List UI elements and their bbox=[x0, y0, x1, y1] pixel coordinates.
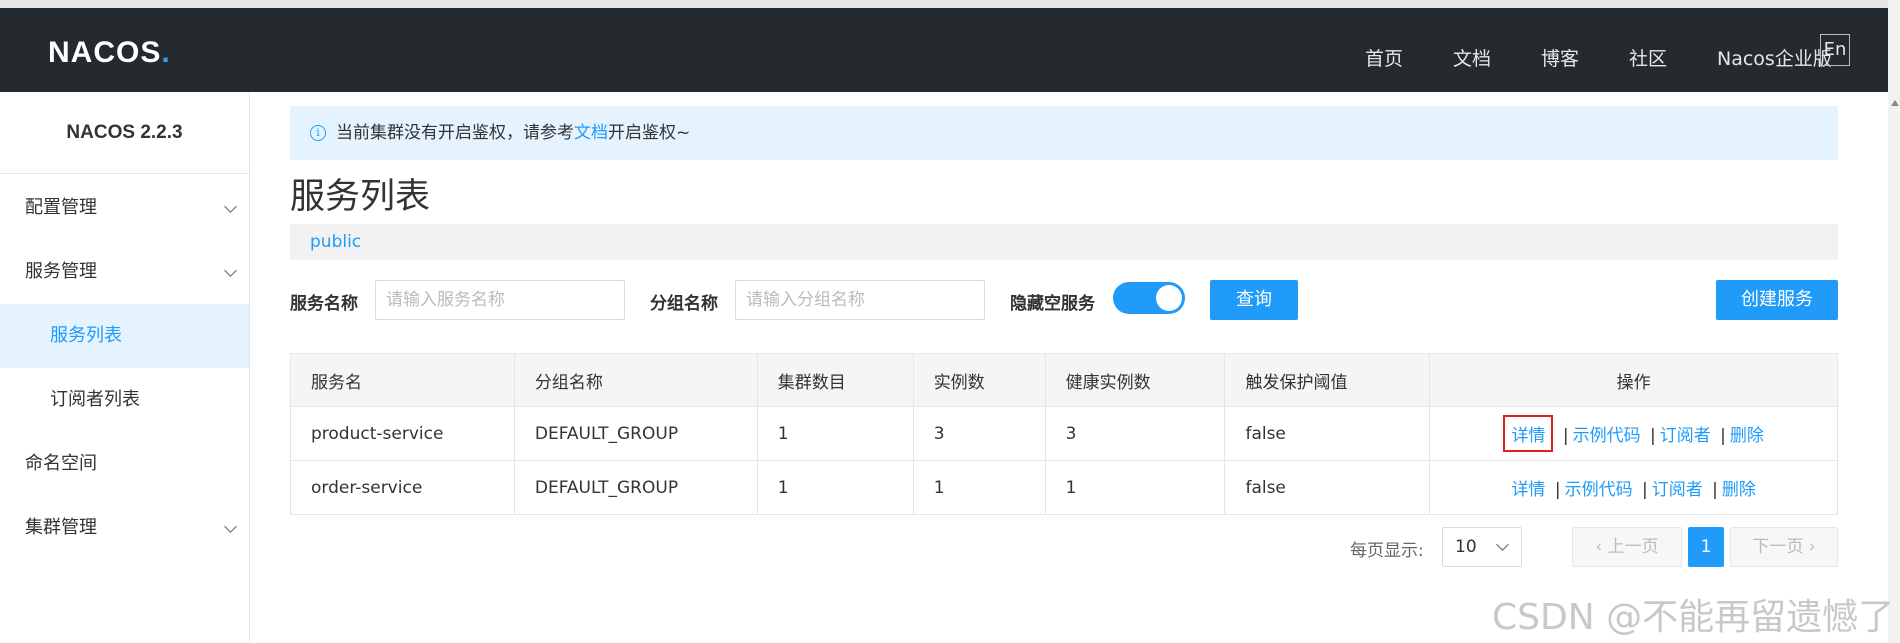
details-highlight-box: 详情 bbox=[1503, 415, 1554, 452]
notice-text-suffix: 开启鉴权~ bbox=[608, 123, 691, 143]
prev-page-button[interactable]: ‹ 上一页 bbox=[1572, 527, 1682, 567]
sidebar: NACOS 2.2.3 配置管理 服务管理 服务列表 订阅者列表 命名空间 集群… bbox=[0, 92, 250, 643]
vertical-scrollbar[interactable] bbox=[1888, 0, 1900, 643]
sample-code-link[interactable]: 示例代码 bbox=[1565, 480, 1633, 500]
delete-link[interactable]: 删除 bbox=[1730, 426, 1764, 446]
action-separator: | bbox=[1641, 480, 1648, 500]
cell-protect-threshold: false bbox=[1224, 460, 1431, 515]
action-separator: | bbox=[1562, 426, 1569, 446]
action-separator: | bbox=[1720, 426, 1726, 446]
cell-protect-threshold: false bbox=[1224, 406, 1431, 461]
service-name-input[interactable] bbox=[375, 280, 625, 320]
namespace-bar: public bbox=[290, 224, 1838, 260]
column-header-cluster-count: 集群数目 bbox=[756, 353, 914, 407]
toggle-knob bbox=[1156, 285, 1182, 311]
action-separator: | bbox=[1649, 426, 1656, 446]
scroll-up-arrow-icon[interactable] bbox=[1891, 100, 1899, 106]
table-header-row: 服务名 分组名称 集群数目 实例数 健康实例数 触发保护阈值 操作 bbox=[290, 353, 1838, 407]
sidebar-item-label: 服务管理 bbox=[25, 261, 97, 282]
group-name-input[interactable] bbox=[735, 280, 985, 320]
cell-actions: 详情 | 示例代码 | 订阅者 | 删除 bbox=[1429, 460, 1838, 515]
chevron-down-icon bbox=[1496, 538, 1509, 551]
page-title: 服务列表 bbox=[290, 177, 431, 217]
notice-text: 当前集群没有开启鉴权，请参考 bbox=[336, 123, 574, 143]
sidebar-item-config-management[interactable]: 配置管理 bbox=[0, 176, 249, 240]
cell-service-name: order-service bbox=[290, 460, 515, 515]
delete-link[interactable]: 删除 bbox=[1722, 480, 1756, 500]
nav-blog[interactable]: 博客 bbox=[1541, 44, 1579, 71]
chevron-down-icon bbox=[224, 200, 237, 213]
csdn-watermark: CSDN @不能再留遗憾了 bbox=[1492, 597, 1895, 638]
service-table: 服务名 分组名称 集群数目 实例数 健康实例数 触发保护阈值 操作 produc… bbox=[290, 353, 1838, 515]
chevron-right-icon: › bbox=[1803, 537, 1816, 557]
sidebar-item-label: 配置管理 bbox=[25, 197, 97, 218]
sidebar-item-service-list[interactable]: 服务列表 bbox=[0, 304, 249, 368]
column-header-actions: 操作 bbox=[1429, 353, 1838, 407]
nav-home[interactable]: 首页 bbox=[1365, 44, 1403, 71]
page-size-label: 每页显示: bbox=[1350, 541, 1424, 561]
sidebar-item-label: 命名空间 bbox=[25, 453, 97, 474]
subscribers-link[interactable]: 订阅者 bbox=[1660, 426, 1711, 446]
chevron-down-icon bbox=[224, 264, 237, 277]
column-header-healthy-instance-count: 健康实例数 bbox=[1044, 353, 1226, 407]
nav-docs[interactable]: 文档 bbox=[1453, 44, 1491, 71]
create-service-button[interactable]: 创建服务 bbox=[1716, 280, 1838, 320]
cell-actions: 详情 | 示例代码 | 订阅者 | 删除 bbox=[1429, 406, 1838, 461]
details-link[interactable]: 详情 bbox=[1511, 426, 1545, 446]
namespace-tab-public[interactable]: public bbox=[310, 232, 361, 252]
sample-code-link[interactable]: 示例代码 bbox=[1573, 426, 1641, 446]
version-label: NACOS 2.2.3 bbox=[0, 92, 249, 174]
info-icon: i bbox=[310, 125, 326, 141]
cell-instance-count: 1 bbox=[912, 460, 1046, 515]
sidebar-item-cluster-management[interactable]: 集群管理 bbox=[0, 496, 249, 560]
cell-group-name: DEFAULT_GROUP bbox=[513, 460, 758, 515]
column-header-service-name: 服务名 bbox=[290, 353, 515, 407]
language-toggle-button[interactable]: En bbox=[1820, 34, 1850, 66]
hide-empty-services-label: 隐藏空服务 bbox=[1010, 294, 1095, 314]
page-size-select[interactable]: 10 bbox=[1442, 527, 1522, 567]
hide-empty-services-toggle[interactable] bbox=[1113, 282, 1185, 314]
column-header-protect-threshold: 触发保护阈值 bbox=[1224, 353, 1431, 407]
cell-healthy-instance-count: 1 bbox=[1044, 460, 1226, 515]
sidebar-item-label: 订阅者列表 bbox=[50, 389, 140, 410]
sidebar-item-label: 服务列表 bbox=[50, 325, 122, 346]
top-navbar: NACOS. 首页 文档 博客 社区 Nacos企业版 En bbox=[0, 8, 1888, 92]
service-name-label: 服务名称 bbox=[290, 294, 358, 314]
next-page-label: 下一页 bbox=[1752, 537, 1804, 557]
sidebar-item-service-management[interactable]: 服务管理 bbox=[0, 240, 249, 304]
page-number-current[interactable]: 1 bbox=[1688, 527, 1724, 567]
subscribers-link[interactable]: 订阅者 bbox=[1652, 480, 1703, 500]
table-row: order-service DEFAULT_GROUP 1 1 1 false … bbox=[290, 460, 1838, 515]
prev-page-label: 上一页 bbox=[1607, 537, 1659, 557]
next-page-button[interactable]: 下一页 › bbox=[1730, 527, 1838, 567]
nacos-logo[interactable]: NACOS. bbox=[48, 36, 171, 70]
action-separator: | bbox=[1554, 480, 1561, 500]
cell-service-name: product-service bbox=[290, 406, 515, 461]
top-edge bbox=[0, 0, 1900, 8]
details-link[interactable]: 详情 bbox=[1511, 480, 1545, 500]
column-header-group-name: 分组名称 bbox=[513, 353, 758, 407]
sidebar-item-label: 集群管理 bbox=[25, 517, 97, 538]
notice-docs-link[interactable]: 文档 bbox=[574, 123, 608, 143]
column-header-instance-count: 实例数 bbox=[912, 353, 1046, 407]
action-separator: | bbox=[1712, 480, 1718, 500]
group-name-label: 分组名称 bbox=[650, 294, 718, 314]
cell-healthy-instance-count: 3 bbox=[1044, 406, 1226, 461]
query-button[interactable]: 查询 bbox=[1210, 280, 1298, 320]
cell-cluster-count: 1 bbox=[756, 406, 914, 461]
auth-notice-banner: i 当前集群没有开启鉴权，请参考文档开启鉴权~ bbox=[290, 106, 1838, 160]
nav-enterprise[interactable]: Nacos企业版 bbox=[1717, 44, 1832, 71]
sidebar-item-namespace[interactable]: 命名空间 bbox=[0, 432, 249, 496]
sidebar-item-subscriber-list[interactable]: 订阅者列表 bbox=[0, 368, 249, 432]
cell-instance-count: 3 bbox=[912, 406, 1046, 461]
cell-group-name: DEFAULT_GROUP bbox=[513, 406, 758, 461]
page-size-value: 10 bbox=[1455, 537, 1477, 557]
chevron-down-icon bbox=[224, 520, 237, 533]
table-row: product-service DEFAULT_GROUP 1 3 3 fals… bbox=[290, 406, 1838, 461]
cell-cluster-count: 1 bbox=[756, 460, 914, 515]
nav-community[interactable]: 社区 bbox=[1629, 44, 1667, 71]
chevron-left-icon: ‹ bbox=[1595, 537, 1608, 557]
